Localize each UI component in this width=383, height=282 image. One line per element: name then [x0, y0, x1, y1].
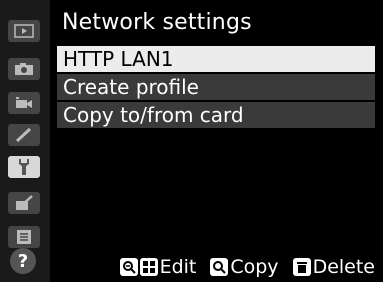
zoom-in-icon [210, 258, 229, 276]
playback-tab[interactable] [8, 20, 40, 42]
pencil-icon [15, 127, 32, 143]
copy-label: Copy [230, 256, 279, 278]
camera-icon [15, 63, 33, 75]
movie-icon [16, 97, 32, 108]
menu-item-label: Create profile [63, 75, 199, 99]
zoom-out-icon [119, 258, 138, 276]
retouch-icon [16, 195, 33, 210]
copy-hint[interactable]: Copy [210, 256, 279, 278]
menu-list: HTTP LAN1 Create profile Copy to/from ca… [57, 46, 375, 130]
my-menu-tab[interactable] [8, 226, 40, 248]
delete-hint[interactable]: Delete [292, 256, 375, 278]
sidebar: ? [0, 0, 50, 282]
retouch-tab[interactable] [8, 192, 40, 214]
movie-tab[interactable] [8, 92, 40, 114]
page-title: Network settings [62, 10, 252, 35]
my-menu-icon [17, 230, 31, 244]
menu-item-copy-to-from-card[interactable]: Copy to/from card [57, 102, 375, 128]
help-button[interactable]: ? [10, 248, 36, 274]
delete-label: Delete [312, 256, 375, 278]
camera-tab[interactable] [8, 58, 40, 80]
thumbnail-icon [139, 258, 158, 276]
setup-tab[interactable] [8, 156, 40, 178]
custom-settings-tab[interactable] [8, 124, 40, 146]
help-icon: ? [17, 250, 29, 272]
edit-hint[interactable]: Edit [119, 256, 197, 278]
menu-item-label: HTTP LAN1 [63, 47, 174, 71]
menu-item-create-profile[interactable]: Create profile [57, 74, 375, 100]
edit-label: Edit [159, 256, 197, 278]
trash-icon [292, 258, 311, 276]
button-hints: Edit Copy Delete [119, 256, 375, 278]
playback-icon [14, 24, 34, 38]
wrench-icon [19, 159, 29, 175]
menu-item-http-lan1[interactable]: HTTP LAN1 [57, 46, 375, 72]
menu-item-label: Copy to/from card [63, 103, 244, 127]
